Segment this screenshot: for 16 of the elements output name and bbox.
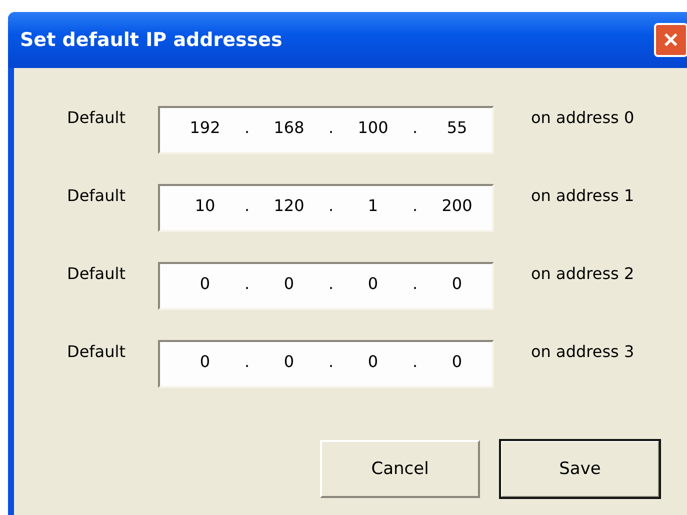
address-label: on address 3 (531, 341, 634, 361)
field-label: Default (67, 263, 126, 283)
window-title: Set default IP addresses (20, 29, 282, 51)
field-label: Default (67, 107, 126, 127)
ip-address-field[interactable]: 10 . 120 . 1 . 200 (158, 184, 494, 232)
dialog-button[interactable]: Cancel (320, 440, 480, 498)
address-label: on address 1 (531, 185, 634, 205)
address-label: on address 0 (531, 107, 634, 127)
dialog-button[interactable]: Save (500, 440, 660, 498)
close-button[interactable]: ✕ (654, 23, 687, 57)
field-label: Default (67, 185, 126, 205)
field-label: Default (67, 341, 126, 361)
ip-address-field[interactable]: 0 . 0 . 0 . 0 (158, 340, 494, 388)
address-label: on address 2 (531, 263, 634, 283)
ip-address-field[interactable]: 192 . 168 . 100 . 55 (158, 106, 494, 154)
ip-address-field[interactable]: 0 . 0 . 0 . 0 (158, 262, 494, 310)
